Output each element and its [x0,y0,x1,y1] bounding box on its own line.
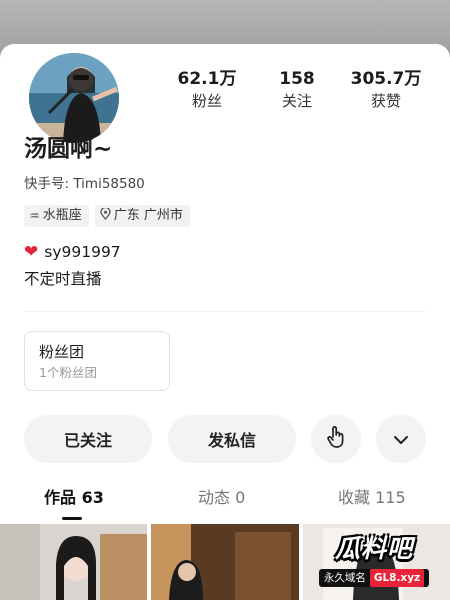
tag-constellation[interactable]: ♒ 水瓶座 [24,205,89,227]
bio-text: sy991997 [44,243,121,261]
tab-moments[interactable]: 动态 0 [198,486,245,510]
fan-group-title: 粉丝团 [39,343,85,361]
gesture-button[interactable] [311,415,361,463]
stat-label: 关注 [281,92,312,110]
bio-line-2: 不定时直播 [24,270,102,288]
following-button[interactable]: 已关注 [24,415,152,463]
stat-value: 62.1万 [177,69,237,89]
stat-value: 158 [279,69,315,89]
watermark-domain: GL8.xyz [369,569,425,587]
stat-likes[interactable]: 305.7万 获赞 [341,68,431,112]
tab-favorites[interactable]: 收藏 115 [338,486,406,510]
watermark-domain-bar: 永久域名 GL8.xyz [318,569,430,587]
watermark-logo: 瓜料吧 永久域名 GL8.xyz [304,532,444,594]
profile-stats: 62.1万 粉丝 158 关注 305.7万 获赞 [0,68,450,118]
user-id[interactable]: 快手号: Timi58580 [24,174,145,194]
tab-works[interactable]: 作品 63 [44,486,104,510]
stat-label: 获赞 [370,92,401,110]
profile-name: 汤圆啊~ [24,136,113,162]
hand-tap-icon [326,425,346,453]
stat-label: 粉丝 [191,92,222,110]
bio-line-1: ❤ sy991997 [24,241,121,263]
tag-location[interactable]: 广东 广州市 [94,205,190,227]
location-pin-icon [100,205,111,227]
stat-value: 305.7万 [350,69,422,89]
fan-group-card[interactable]: 粉丝团 1个粉丝团 [24,331,170,391]
message-button[interactable]: 发私信 [168,415,296,463]
stat-fans[interactable]: 62.1万 粉丝 [162,68,252,112]
profile-tags: ♒ 水瓶座 广东 广州市 [24,205,190,227]
red-heart-icon: ❤ [24,242,39,262]
fan-group-subtitle: 1个粉丝团 [39,365,97,380]
tag-label: 水瓶座 [42,208,82,223]
watermark-prefix: 永久域名 [323,572,366,584]
chevron-down-icon [393,430,409,449]
watermark-title: 瓜料吧 [334,534,413,563]
work-thumbnail[interactable] [151,524,299,600]
profile-card: 62.1万 粉丝 158 关注 305.7万 获赞 汤圆啊~ 快手号: Timi… [0,44,450,600]
stat-following[interactable]: 158 关注 [252,68,342,112]
divider [24,311,426,312]
content-tabs: 作品 63 动态 0 收藏 115 [0,486,450,520]
more-button[interactable] [376,415,426,463]
tag-label: 广东 广州市 [113,208,183,223]
zodiac-icon: ♒ [29,209,40,223]
work-thumbnail[interactable] [0,524,147,600]
active-tab-indicator [62,517,82,520]
